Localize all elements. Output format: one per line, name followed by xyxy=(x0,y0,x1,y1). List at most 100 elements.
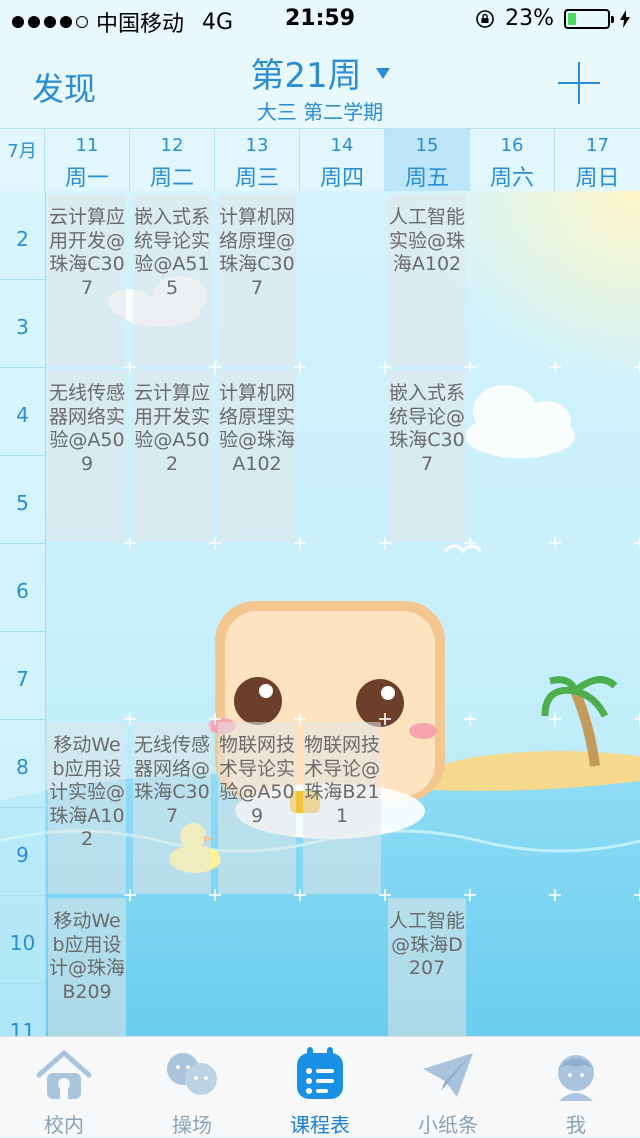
tab-campus[interactable]: 校内 xyxy=(0,1037,128,1137)
day-column-header: 13 周三 xyxy=(215,129,300,191)
battery-percent: 23% xyxy=(505,6,554,31)
course-card[interactable]: 无线传感器网络@珠海C307 xyxy=(133,722,211,894)
week-title: 第21周 xyxy=(250,56,362,96)
weekday-name: 周四 xyxy=(319,166,364,191)
network-type: 4G xyxy=(202,9,234,35)
cloud-icon xyxy=(465,385,575,458)
month-label: 7月 xyxy=(0,129,45,191)
day-column-header: 14 周四 xyxy=(300,129,385,191)
day-number: 12 xyxy=(160,135,184,156)
tab-schedule[interactable]: 课程表 xyxy=(256,1037,384,1137)
period-number: 8 xyxy=(16,755,29,779)
tab-playground[interactable]: 操场 xyxy=(128,1037,256,1137)
period-number: 9 xyxy=(16,843,29,867)
period-divider xyxy=(0,807,45,808)
period-divider xyxy=(0,895,45,896)
period-divider xyxy=(0,455,45,456)
day-column-header: 16 周六 xyxy=(470,129,555,191)
course-card[interactable]: 人工智能实验@珠海A102 xyxy=(388,194,466,366)
weekday-name: 周五 xyxy=(404,166,449,191)
period-divider xyxy=(0,631,45,632)
period-divider xyxy=(0,983,45,984)
course-card[interactable]: 移动Web应用设计@珠海B209 xyxy=(48,898,126,1036)
tab-label: 我 xyxy=(566,1113,586,1137)
grid-plus-icon xyxy=(549,889,561,901)
tab-me[interactable]: 我 xyxy=(512,1037,640,1137)
course-card[interactable]: 人工智能@珠海D207 xyxy=(388,898,466,1036)
semester-label: 大三 第二学期 xyxy=(256,100,384,124)
course-card[interactable]: 云计算应用开发@珠海C307 xyxy=(48,194,126,366)
rotation-lock-icon xyxy=(476,9,494,28)
grid-plus-icon xyxy=(549,537,561,549)
grid-plus-icon xyxy=(634,537,640,549)
add-course-button[interactable] xyxy=(558,62,600,104)
period-number: 5 xyxy=(16,491,29,515)
period-number: 3 xyxy=(16,315,29,339)
day-number: 14 xyxy=(330,135,354,156)
friends-icon xyxy=(167,1053,217,1095)
house-icon xyxy=(36,1049,92,1099)
day-column-header: 12 周二 xyxy=(130,129,215,191)
course-card[interactable]: 嵌入式系统导论@珠海C307 xyxy=(388,370,466,542)
period-divider xyxy=(0,543,45,544)
grid-plus-icon xyxy=(464,713,476,725)
period-divider xyxy=(0,279,45,280)
day-column-header: 17 周日 xyxy=(555,129,640,191)
day-column-header: 11 周一 xyxy=(45,129,130,191)
tab-label: 校内 xyxy=(44,1113,84,1137)
period-number: 11 xyxy=(9,1019,36,1036)
period-number: 2 xyxy=(16,227,29,251)
weekday-name: 周三 xyxy=(234,166,279,191)
status-right: 23% xyxy=(475,6,630,31)
tab-notes[interactable]: 小纸条 xyxy=(384,1037,512,1137)
tab-label: 操场 xyxy=(172,1113,212,1137)
period-column: 2 3 4 5 6 7 8 9 10 11 xyxy=(0,191,46,1036)
profile-icon xyxy=(558,1055,594,1101)
schedule-icon xyxy=(297,1047,343,1099)
grid-plus-icon xyxy=(634,361,640,373)
week-selector[interactable]: 第21周 xyxy=(0,48,640,97)
carrier-name: 中国移动 xyxy=(96,12,185,37)
tab-label: 小纸条 xyxy=(418,1113,478,1137)
course-card[interactable]: 计算机网络原理@珠海C307 xyxy=(218,194,296,366)
period-divider xyxy=(0,719,45,720)
course-card[interactable]: 云计算应用开发实验@A502 xyxy=(133,370,211,542)
day-number: 11 xyxy=(75,135,99,156)
day-number: 17 xyxy=(586,135,609,156)
day-header: 7月 11 周一 12 周二 13 周三 14 周四 15 周五 16 周六 1… xyxy=(0,128,640,192)
weekday-name: 周六 xyxy=(489,166,534,191)
day-number: 13 xyxy=(245,135,269,156)
period-number: 7 xyxy=(16,667,29,691)
course-card[interactable]: 计算机网络原理实验@珠海A102 xyxy=(218,370,296,542)
course-card[interactable]: 嵌入式系统导论实验@A515 xyxy=(133,194,211,366)
day-column-header-today: 15 周五 xyxy=(385,129,470,191)
weekday-name: 周日 xyxy=(575,166,620,191)
tab-label: 课程表 xyxy=(290,1113,350,1137)
signal-strength-icon xyxy=(12,16,88,28)
weekday-name: 周二 xyxy=(149,166,194,191)
period-number: 6 xyxy=(16,579,29,603)
dropdown-triangle-icon xyxy=(375,68,390,79)
day-number: 15 xyxy=(415,135,439,156)
weekday-name: 周一 xyxy=(64,166,109,191)
period-divider xyxy=(0,367,45,368)
course-card[interactable]: 物联网技术导论@珠海B211 xyxy=(303,722,381,894)
status-bar: 中国移动 4G 21:59 23% xyxy=(0,0,640,40)
tab-bar: 校内 操场 课程表 小纸条 我 xyxy=(0,1036,640,1137)
course-card[interactable]: 无线传感器网络实验@A509 xyxy=(48,370,126,542)
charging-icon xyxy=(620,9,630,28)
period-number: 10 xyxy=(9,931,36,955)
period-number: 4 xyxy=(16,403,29,427)
battery-icon xyxy=(564,8,614,29)
day-number: 16 xyxy=(500,135,524,156)
course-card[interactable]: 物联网技术导论实验@A509 xyxy=(218,722,296,894)
schedule-grid[interactable]: 2 3 4 5 6 7 8 9 10 11 云计算应用开发@珠海C307 嵌入式系统导论实验@A51… xyxy=(0,191,640,1036)
course-card[interactable]: 移动Web应用设计实验@珠海A102 xyxy=(48,722,126,894)
paper-plane-icon xyxy=(423,1053,473,1097)
nav-bar: 发现 第21周 大三 第二学期 xyxy=(0,40,640,128)
grid-plus-icon xyxy=(634,713,640,725)
grid-plus-icon xyxy=(549,361,561,373)
grid-plus-icon xyxy=(549,713,561,725)
grid-plus-icon xyxy=(634,889,640,901)
status-left: 中国移动 4G xyxy=(12,6,233,38)
